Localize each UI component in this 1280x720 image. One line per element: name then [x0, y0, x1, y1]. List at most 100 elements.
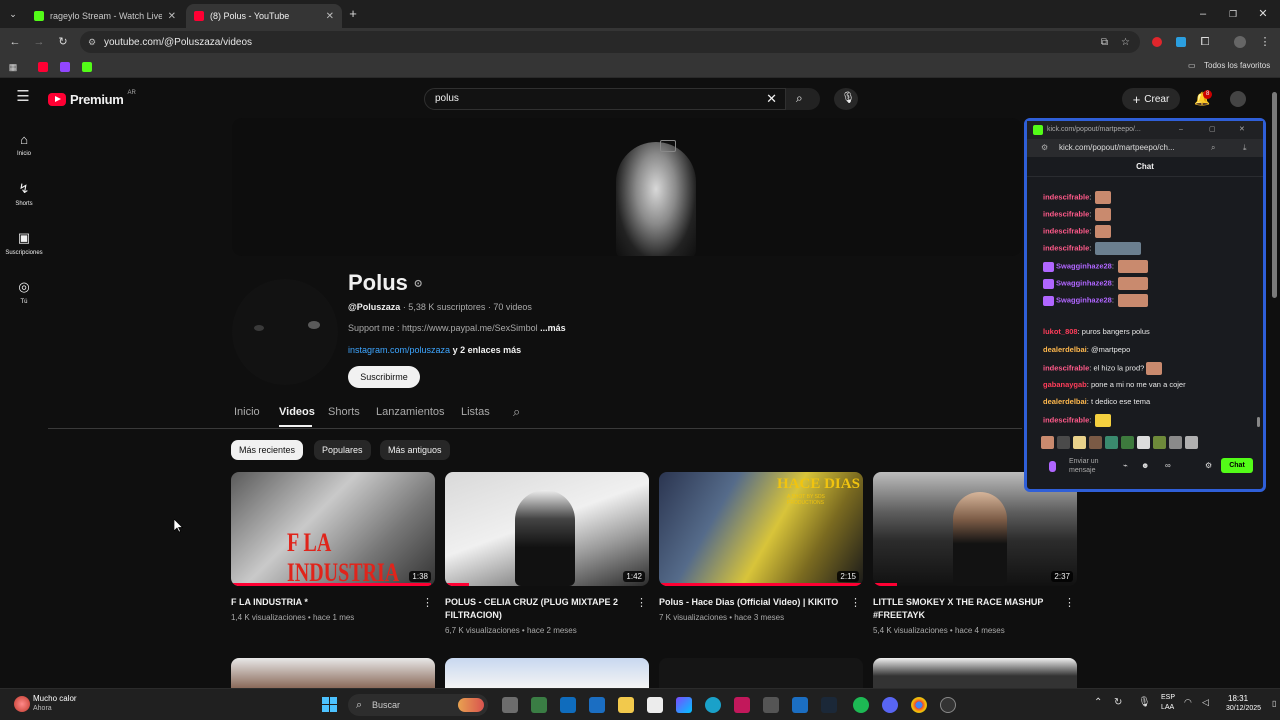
create-button[interactable]: + Crear: [1122, 88, 1180, 110]
sidebar-item-you[interactable]: ◎ Tú: [0, 279, 48, 305]
more-link[interactable]: ...más: [540, 323, 566, 333]
clock-time[interactable]: 18:31: [1228, 694, 1248, 703]
weather-title[interactable]: Mucho calor: [33, 694, 77, 703]
maximize-icon[interactable]: ❐: [1226, 7, 1240, 21]
forward-icon[interactable]: →: [32, 35, 46, 49]
extension-icon[interactable]: [1176, 37, 1186, 47]
clock-date[interactable]: 30/12/2025: [1226, 705, 1261, 712]
steam-icon[interactable]: [792, 697, 808, 713]
clear-search-icon[interactable]: ✕: [766, 89, 777, 109]
sidebar-item-inicio[interactable]: ⌂ Inicio: [0, 132, 48, 157]
minimize-icon[interactable]: –: [1179, 121, 1183, 139]
more-options-icon[interactable]: ⋮: [636, 596, 647, 609]
video-thumbnail[interactable]: F LA INDUSTRIA 1:38: [231, 472, 435, 586]
extensions-puzzle-icon[interactable]: ⧠: [1198, 35, 1212, 49]
steam-icon[interactable]: [821, 697, 837, 713]
weather-icon[interactable]: [14, 696, 30, 712]
zoom-icon[interactable]: ⌕: [1211, 139, 1215, 157]
language-indicator[interactable]: ESP: [1161, 694, 1175, 701]
chat-username[interactable]: indescifrable: [1043, 415, 1089, 424]
page-scrollbar[interactable]: [1272, 92, 1277, 298]
video-card[interactable]: F LA INDUSTRIA 1:38 F LA INDUSTRIA * 1,4…: [231, 472, 435, 622]
more-links-button[interactable]: y 2 enlaces más: [453, 345, 522, 355]
maximize-icon[interactable]: ▢: [1209, 121, 1216, 139]
sidebar-item-subscriptions[interactable]: ▣ Suscripciones: [0, 230, 48, 256]
profile-avatar[interactable]: [1234, 36, 1246, 48]
video-thumbnail[interactable]: 1:42: [445, 472, 649, 586]
copilot-icon[interactable]: [676, 697, 692, 713]
tab-inicio[interactable]: Inicio: [234, 406, 260, 418]
tab-videos[interactable]: Videos: [279, 406, 315, 418]
more-options-icon[interactable]: ⋮: [422, 596, 433, 609]
quick-emote-icon[interactable]: [1073, 436, 1086, 449]
more-options-icon[interactable]: ⋮: [850, 596, 861, 609]
chrome-icon[interactable]: [911, 697, 927, 713]
tray-mic-icon[interactable]: 🎙: [1138, 697, 1151, 708]
quick-emote-icon[interactable]: [1169, 436, 1182, 449]
chat-input[interactable]: Enviar un mensaje ⌁ ☻ ∞ ⚙: [1041, 457, 1212, 477]
spotify-icon[interactable]: [853, 697, 869, 713]
discord-icon[interactable]: [882, 697, 898, 713]
tab-listas[interactable]: Listas: [461, 406, 490, 418]
video-card[interactable]: HACE DIAS A SHOT BY SDS PRODUCTIONS 2:15…: [659, 472, 863, 622]
chat-username[interactable]: indescifrable: [1043, 243, 1089, 252]
chat-username[interactable]: indescifrable: [1043, 209, 1089, 218]
twitch-bookmark-icon[interactable]: [60, 62, 70, 72]
chat-username[interactable]: Swagginhaze28: [1056, 278, 1112, 287]
chat-username[interactable]: indescifrable: [1043, 363, 1089, 372]
app-icon[interactable]: [734, 697, 750, 713]
new-tab-icon[interactable]: +: [346, 7, 360, 21]
minimize-icon[interactable]: –: [1196, 7, 1210, 21]
quick-emote-icon[interactable]: [1185, 436, 1198, 449]
account-avatar[interactable]: [1230, 91, 1246, 107]
chat-username[interactable]: dealerdelbai: [1043, 345, 1087, 354]
sidebar-item-shorts[interactable]: ↯ Shorts: [0, 181, 48, 207]
video-thumbnail[interactable]: [231, 658, 435, 688]
chip-antiguos[interactable]: Más antiguos: [380, 440, 450, 460]
site-info-icon[interactable]: ⚙: [1041, 139, 1048, 157]
tray-chevron-icon[interactable]: ⌃: [1094, 697, 1102, 708]
chat-scrollbar[interactable]: [1257, 417, 1260, 427]
settings-gear-icon[interactable]: ⚙: [1205, 461, 1212, 470]
channel-description[interactable]: Support me : https://www.paypal.me/SexSi…: [348, 323, 566, 333]
subscribe-button[interactable]: Suscribirme: [348, 366, 420, 388]
volume-icon[interactable]: ◁: [1202, 697, 1209, 708]
voice-search-button[interactable]: 🎙: [834, 88, 858, 110]
close-tab-icon[interactable]: ✕: [168, 11, 176, 22]
outlook-icon[interactable]: [560, 697, 576, 713]
close-tab-icon[interactable]: ✕: [326, 11, 334, 22]
quick-emote-icon[interactable]: [1089, 436, 1102, 449]
video-card[interactable]: 2:37 LITTLE SMOKEY X THE RACE MASHUP #FR…: [873, 472, 1077, 635]
notification-center-icon[interactable]: ▯: [1272, 699, 1276, 708]
users-icon[interactable]: ∞: [1165, 461, 1171, 470]
video-thumbnail[interactable]: [659, 658, 863, 688]
mic-icon[interactable]: [1049, 461, 1056, 472]
app-icon[interactable]: [763, 697, 779, 713]
channel-search-icon[interactable]: ⌕: [513, 404, 520, 420]
video-thumbnail[interactable]: HACE DIAS A SHOT BY SDS PRODUCTIONS 2:15: [659, 472, 863, 586]
close-window-icon[interactable]: ✕: [1256, 7, 1270, 21]
chip-populares[interactable]: Populares: [314, 440, 371, 460]
youtube-bookmark-icon[interactable]: [38, 62, 48, 72]
close-icon[interactable]: ✕: [1239, 121, 1245, 139]
chat-username[interactable]: Swagginhaze28: [1056, 295, 1112, 304]
video-title[interactable]: POLUS - CELIA CRUZ (PLUG MIXTAPE 2 FILTR…: [445, 596, 649, 622]
tab-lanzamientos[interactable]: Lanzamientos: [376, 406, 445, 418]
tray-app-icon[interactable]: ↻: [1114, 697, 1122, 708]
kick-bookmark-icon[interactable]: [82, 62, 92, 72]
bookmark-star-icon[interactable]: ☆: [1121, 37, 1130, 48]
chat-username[interactable]: indescifrable: [1043, 226, 1089, 235]
apps-grid-icon[interactable]: ▦: [6, 60, 20, 74]
quick-emote-icon[interactable]: [1057, 436, 1070, 449]
video-title[interactable]: LITTLE SMOKEY X THE RACE MASHUP #FREETAY…: [873, 596, 1077, 622]
edge-icon[interactable]: [705, 697, 721, 713]
chat-send-button[interactable]: Chat: [1221, 458, 1253, 473]
download-icon[interactable]: ⤓: [1243, 139, 1247, 157]
extension-icon[interactable]: [1152, 37, 1162, 47]
chip-recientes[interactable]: Más recientes: [231, 440, 304, 460]
back-icon[interactable]: ←: [8, 35, 22, 49]
tab-youtube[interactable]: (8) Polus - YouTube ✕: [186, 4, 342, 28]
quick-emote-icon[interactable]: [1105, 436, 1118, 449]
quick-emote-icon[interactable]: [1153, 436, 1166, 449]
chat-username[interactable]: dealerdelbai: [1043, 397, 1087, 406]
